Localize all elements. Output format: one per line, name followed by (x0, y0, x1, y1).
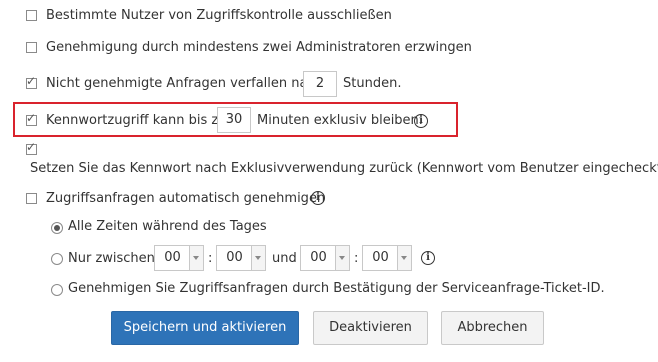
save-activate-button[interactable]: Speichern und aktivieren (111, 311, 299, 345)
auto-approve-checkbox[interactable] (26, 193, 37, 204)
info-icon[interactable]: i (414, 114, 428, 128)
exclusive-minutes-input[interactable]: 30 (217, 107, 251, 133)
time-separator: : (354, 251, 359, 266)
chevron-down-icon (189, 246, 203, 270)
and-label: und (272, 251, 297, 266)
to-minute-select[interactable]: 00 (362, 245, 412, 271)
between-radio[interactable] (51, 253, 63, 265)
exclusive-minutes-unit: Minuten exklusiv bleiben. (257, 113, 423, 128)
auto-approve-label: Zugriffsanfragen automatisch genehmigen (46, 191, 326, 206)
chevron-down-icon (335, 246, 349, 270)
checkmark-icon: ✓ (26, 111, 37, 125)
to-hour-select[interactable]: 00 (300, 245, 350, 271)
time-separator: : (208, 251, 213, 266)
exclude-users-label: Bestimmte Nutzer von Zugriffskontrolle a… (46, 8, 392, 23)
from-hour-select[interactable]: 00 (154, 245, 204, 271)
from-minute-select[interactable]: 00 (216, 245, 266, 271)
exclusive-access-label: Kennwortzugriff kann bis zu (46, 113, 227, 128)
checkmark-icon: ✓ (26, 74, 37, 88)
two-admins-label: Genehmigung durch mindestens zwei Admini… (46, 40, 472, 55)
two-admins-checkbox[interactable] (26, 42, 37, 53)
reset-password-checkbox[interactable]: ✓ (26, 140, 37, 155)
expire-requests-label: Nicht genehmigte Anfragen verfallen nach (46, 76, 323, 91)
expire-requests-checkbox[interactable]: ✓ (26, 74, 37, 89)
chevron-down-icon (397, 246, 411, 270)
exclude-users-checkbox[interactable] (26, 10, 37, 21)
all-day-radio[interactable] (51, 222, 63, 234)
expire-hours-input[interactable]: 2 (303, 71, 337, 97)
chevron-down-icon (251, 246, 265, 270)
deactivate-button[interactable]: Deaktivieren (313, 311, 428, 345)
radio-selected-dot (54, 225, 60, 231)
ticket-radio[interactable] (51, 284, 63, 296)
info-icon[interactable]: i (421, 251, 435, 265)
cancel-button[interactable]: Abbrechen (441, 311, 544, 345)
reset-password-label: Setzen Sie das Kennwort nach Exklusivver… (30, 161, 658, 176)
checkmark-icon: ✓ (26, 140, 37, 154)
exclusive-access-checkbox[interactable]: ✓ (26, 111, 37, 126)
ticket-label: Genehmigen Sie Zugriffsanfragen durch Be… (68, 281, 605, 296)
all-day-label: Alle Zeiten während des Tages (68, 219, 267, 234)
info-icon[interactable]: i (311, 191, 325, 205)
between-label: Nur zwischen (68, 251, 155, 266)
expire-hours-unit: Stunden. (343, 76, 402, 91)
